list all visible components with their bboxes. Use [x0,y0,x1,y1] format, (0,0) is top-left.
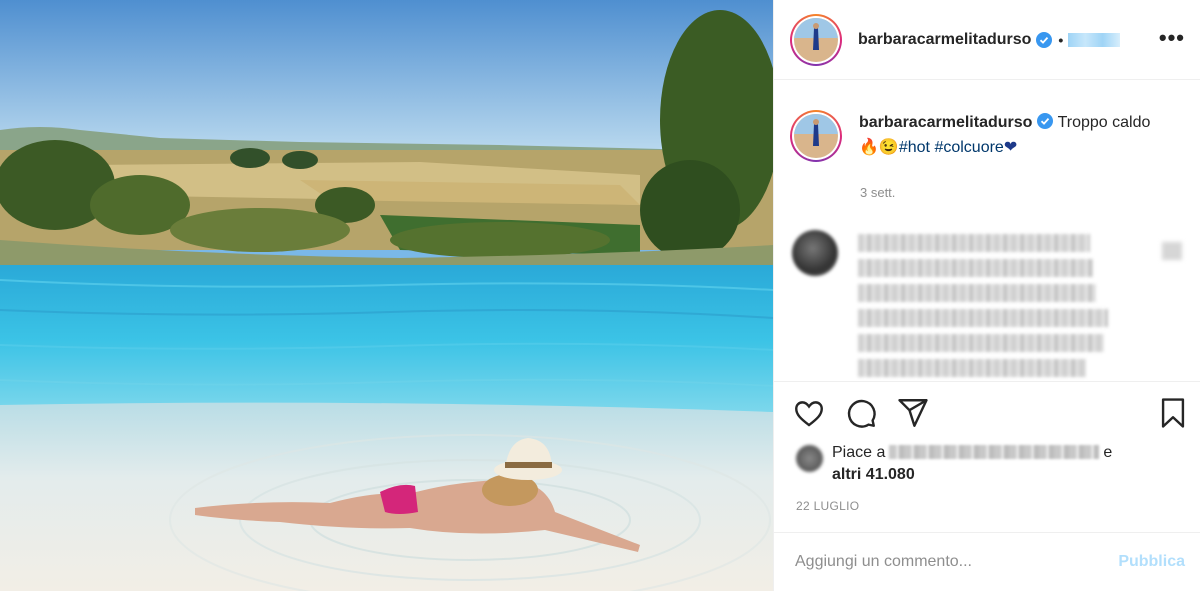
post-date[interactable]: 22 LUGLIO [796,499,859,513]
follow-button[interactable] [1068,32,1121,47]
username-link[interactable]: barbaracarmelitadurso [858,31,1031,49]
hashtag-hot[interactable]: #hot [899,139,930,156]
redacted-comment-line [858,259,1093,277]
comment-like-icon[interactable] [1162,242,1182,260]
caption-body: Troppo caldo [1057,114,1151,131]
caption-timestamp[interactable]: 3 sett. [860,185,895,200]
heart-emoji: ❤ [1003,139,1018,156]
redacted-comment-line [858,334,1104,352]
likes-count[interactable]: altri 41.080 [832,466,915,483]
add-comment-section: Pubblica [774,532,1200,591]
bookmark-icon[interactable] [1156,396,1190,430]
caption-text: barbaracarmelitadurso Troppo caldo 🔥😉#hot… [859,110,1159,162]
redacted-liker-name[interactable] [889,445,1100,459]
more-options-icon[interactable]: ••• [1159,27,1185,49]
redacted-comment-line [858,234,1090,252]
redacted-comment-line [858,309,1108,327]
comment-icon[interactable] [844,396,878,430]
hashtag-colcuore[interactable]: #colcuore [934,139,1003,156]
pool-landscape-image [0,0,773,591]
comment-input[interactable] [795,553,1119,571]
post-photo[interactable] [0,0,773,591]
commenter-avatar[interactable] [792,230,838,276]
heart-icon[interactable] [792,396,826,430]
redacted-comment-line [858,284,1096,302]
redacted-comment-line [858,359,1086,377]
publish-button[interactable]: Pubblica [1118,553,1185,571]
avatar[interactable] [790,13,842,66]
separator-dot: • [1058,31,1064,48]
post-sidebar: barbaracarmelitadurso • ••• barbaracarme… [773,0,1200,591]
caption-avatar[interactable] [790,110,842,162]
verified-badge-icon [1037,113,1054,129]
caption: barbaracarmelitadurso Troppo caldo 🔥😉#hot… [790,110,1190,162]
likes-prefix: Piace a [832,444,886,461]
liker-avatar[interactable] [796,445,823,472]
post-actions: Piace a e altri 41.080 22 LUGLIO [774,381,1200,532]
post-header: barbaracarmelitadurso • ••• [774,0,1200,80]
likes-text: Piace a e altri 41.080 [832,442,1182,486]
caption-username[interactable]: barbaracarmelitadurso [859,114,1032,131]
caption-emoji: 🔥😉 [859,139,899,156]
likes-conjunction: e [1103,444,1113,461]
paper-plane-icon[interactable] [896,396,930,430]
verified-badge-icon [1036,31,1053,48]
